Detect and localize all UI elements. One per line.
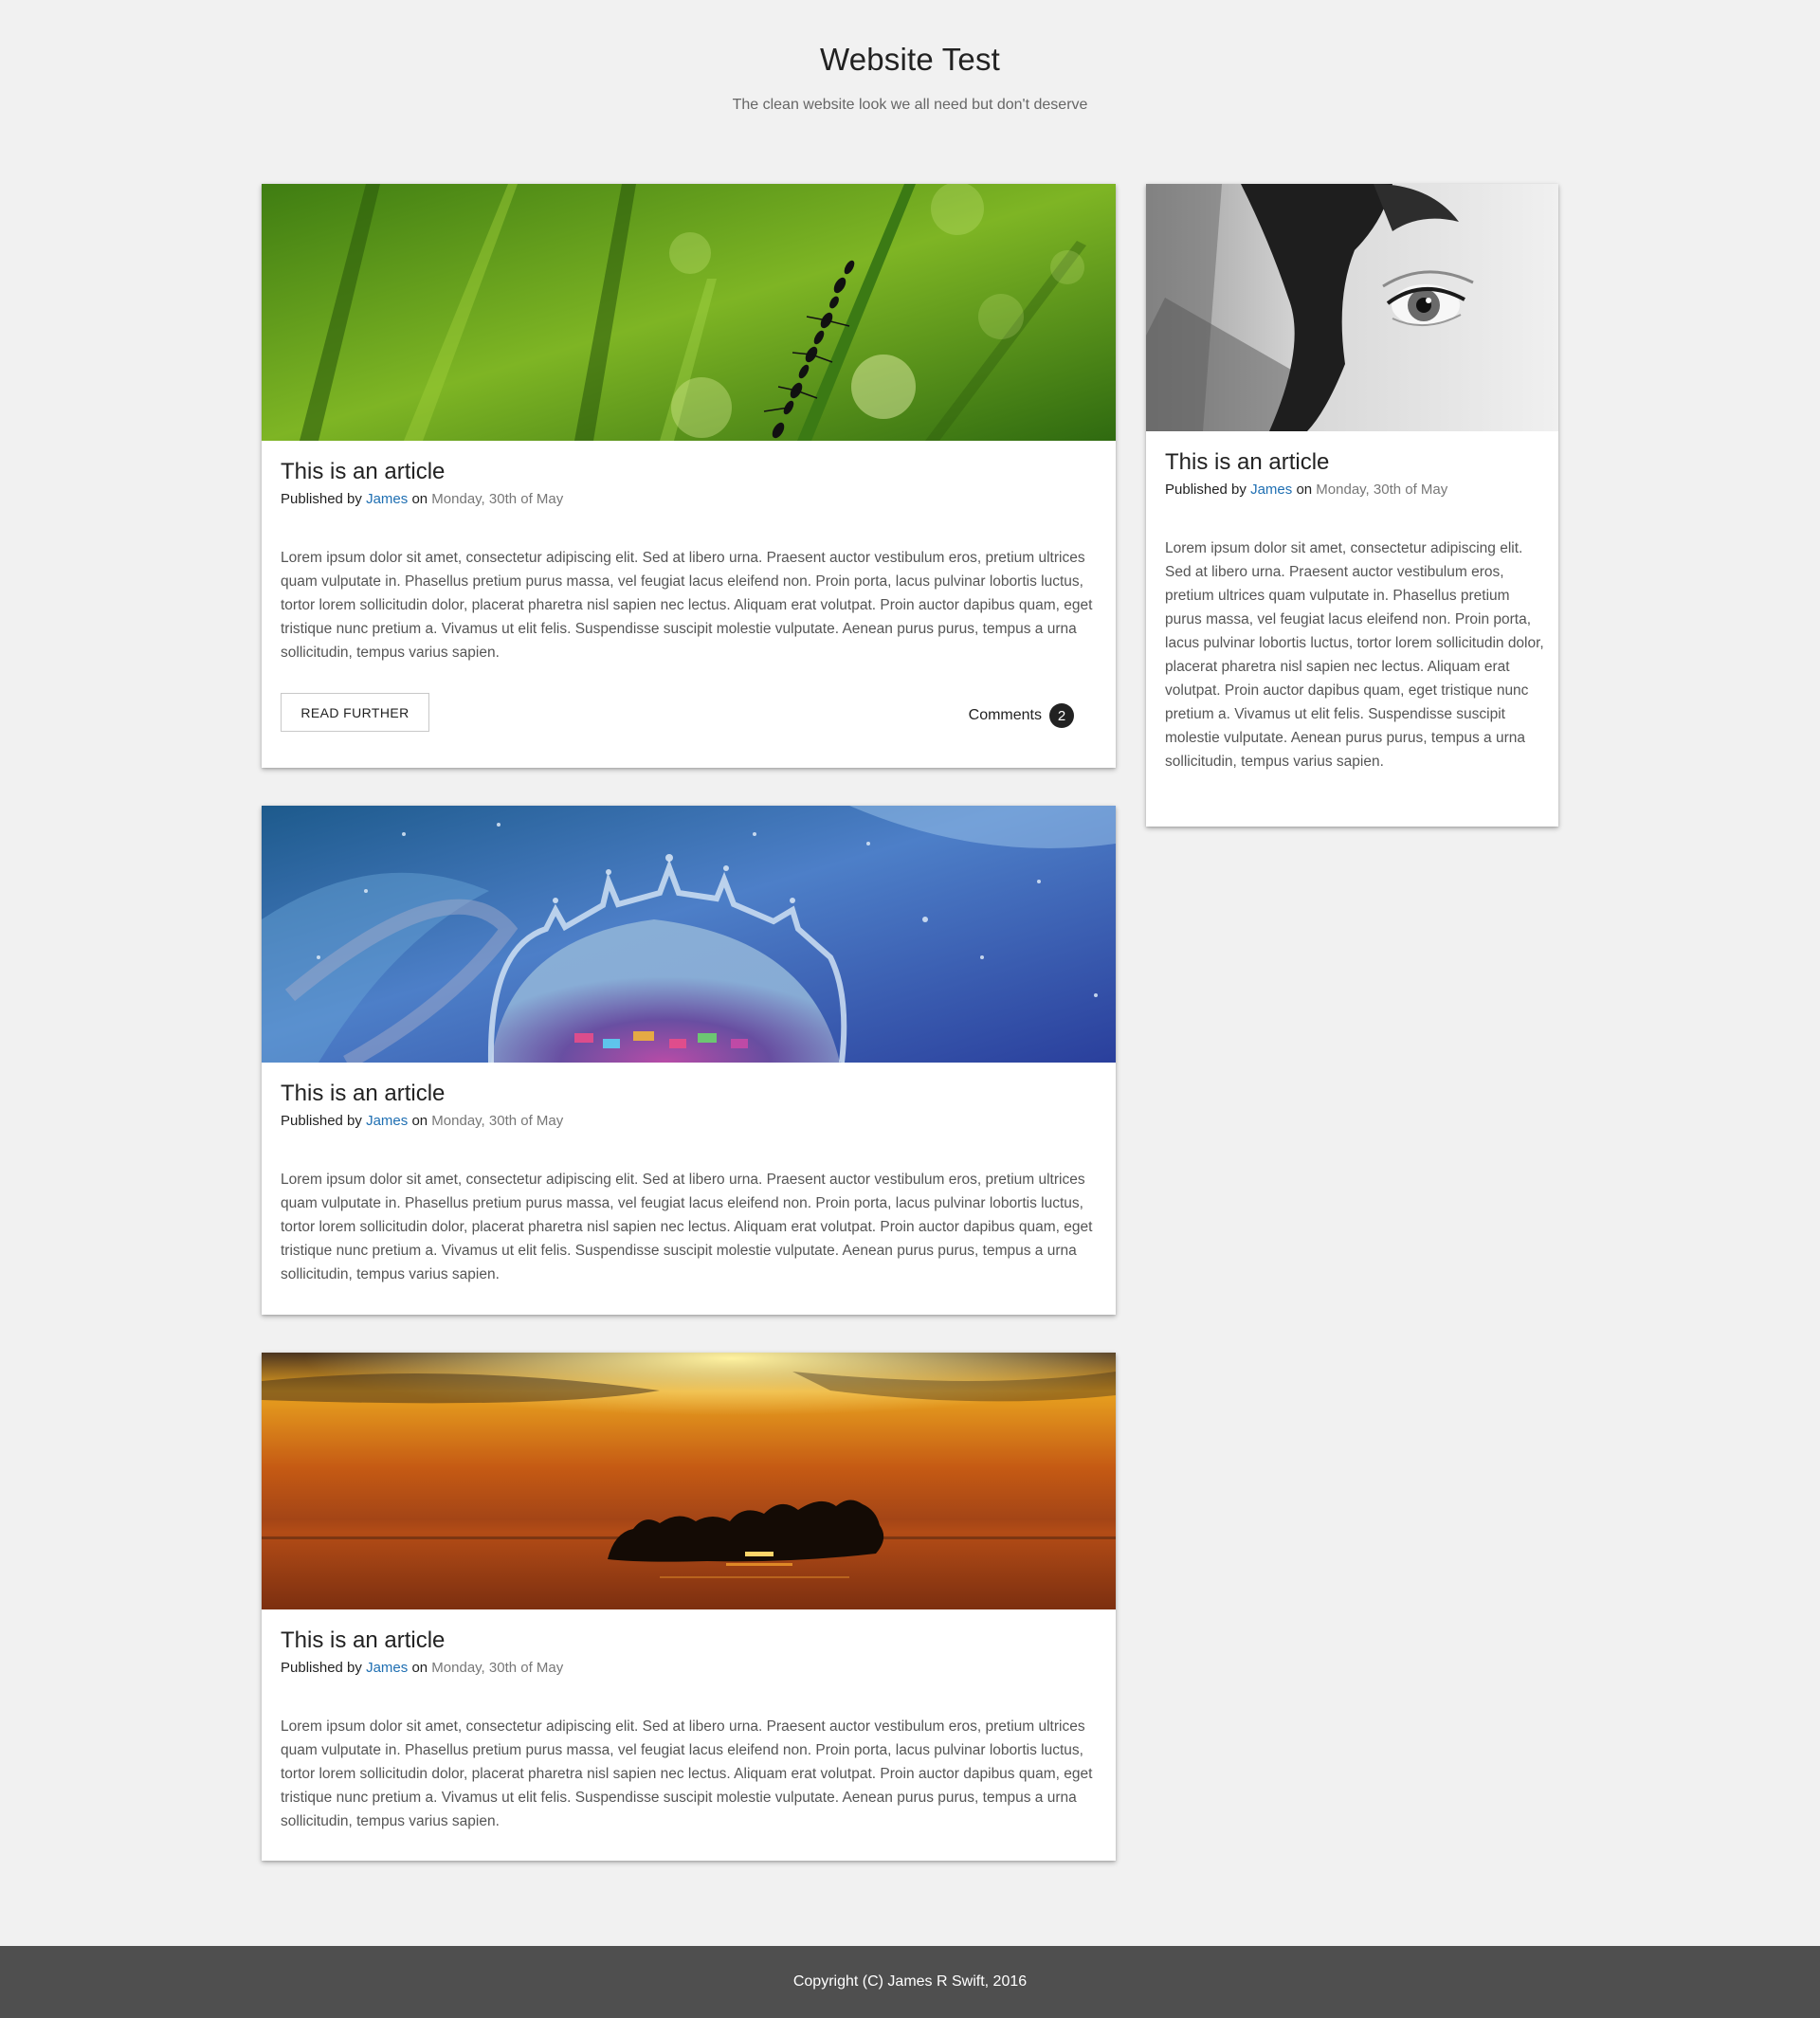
comments-label: Comments [968, 707, 1042, 723]
article-title: This is an article [281, 1081, 446, 1106]
author-link[interactable]: James [366, 491, 408, 507]
article-date: Monday, 30th of May [1316, 482, 1448, 498]
article-title: This is an article [1165, 449, 1330, 475]
article-title: This is an article [281, 459, 446, 484]
article-date: Monday, 30th of May [431, 1113, 564, 1129]
article-body: Lorem ipsum dolor sit amet, consectetur … [281, 1718, 1093, 1829]
published-by-label: Published by [281, 491, 362, 507]
author-link[interactable]: James [366, 1113, 408, 1129]
article-card: This is an article Published by James on… [262, 184, 1116, 768]
published-by-label: Published by [1165, 482, 1247, 498]
article-meta: Published by James on Monday, 30th of Ma… [1165, 482, 1447, 498]
copyright-text: Copyright (C) James R Swift, 2016 [792, 1973, 1028, 1990]
article-image-grass [262, 184, 1116, 441]
on-label: on [411, 1113, 428, 1129]
article-card: This is an article Published by James on… [262, 806, 1116, 1315]
site-title: Website Test [819, 42, 1001, 77]
read-further-button[interactable]: READ FURTHER [281, 693, 429, 732]
sidebar-article-card: This is an article Published by James on… [1146, 184, 1558, 827]
author-link[interactable]: James [366, 1660, 408, 1676]
site-header: Website Test The clean website look we a… [0, 0, 1820, 180]
sidebar-article-image-eye [1146, 184, 1558, 431]
site-footer: Copyright (C) James R Swift, 2016 [0, 1946, 1820, 2018]
article-image-sunset [262, 1353, 1116, 1609]
article-card: This is an article Published by James on… [262, 1353, 1116, 1861]
article-date: Monday, 30th of May [431, 491, 564, 507]
published-by-label: Published by [281, 1660, 362, 1676]
comments-count-badge: 2 [1049, 703, 1074, 728]
article-image-splash [262, 806, 1116, 1063]
comments-link[interactable]: Comments 2 [969, 703, 1074, 728]
article-body: Lorem ipsum dolor sit amet, consectetur … [1165, 540, 1544, 770]
article-meta: Published by James on Monday, 30th of Ma… [281, 1113, 563, 1129]
article-meta: Published by James on Monday, 30th of Ma… [281, 491, 563, 507]
on-label: on [411, 491, 428, 507]
site-tagline: The clean website look we all need but d… [732, 97, 1088, 113]
article-date: Monday, 30th of May [431, 1660, 564, 1676]
article-body: Lorem ipsum dolor sit amet, consectetur … [281, 550, 1093, 661]
on-label: on [411, 1660, 428, 1676]
published-by-label: Published by [281, 1113, 362, 1129]
article-meta: Published by James on Monday, 30th of Ma… [281, 1660, 563, 1676]
article-body: Lorem ipsum dolor sit amet, consectetur … [281, 1172, 1093, 1282]
on-label: on [1296, 482, 1313, 498]
author-link[interactable]: James [1250, 482, 1292, 498]
article-title: This is an article [281, 1627, 446, 1653]
